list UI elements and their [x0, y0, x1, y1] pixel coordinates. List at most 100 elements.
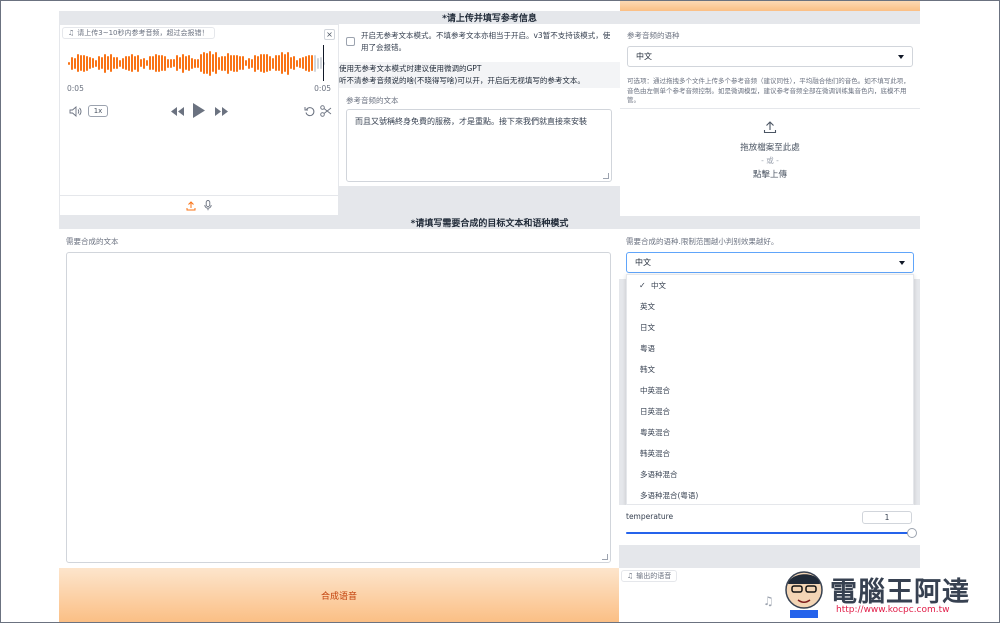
ref-lang-label: 参考音频的语种	[627, 31, 680, 40]
check-icon: ✓	[639, 281, 646, 290]
dropdown-option[interactable]: 中英混合	[627, 380, 913, 401]
waveform-bar	[239, 56, 241, 70]
waveform-bar	[134, 56, 136, 70]
waveform-bar	[206, 52, 208, 74]
dropdown-option-label: 英文	[640, 302, 655, 311]
target-lang-dropdown[interactable]: ✓ 中文英文日文粤语韩文中英混合 日英混合粤英混合韩英混合 多语种混合 多语种混合(粤语…	[626, 274, 914, 505]
waveform-bar	[146, 60, 148, 66]
ref-section-title-text: *请上传并填写参考信息	[442, 14, 537, 24]
waveform-bar	[143, 57, 145, 69]
waveform-bar	[281, 52, 283, 74]
waveform-bar	[83, 54, 85, 72]
target-lang-value: 中文	[635, 258, 651, 267]
dropdown-option-label: 粤英混合	[640, 428, 670, 437]
audio-upload-panel[interactable]: ♫ 请上传3~10秒内参考音频，超过会报错！ × 0:05 0:05 1x	[59, 24, 339, 216]
waveform-bar	[116, 57, 118, 69]
waveform-bar	[140, 59, 142, 67]
resize-handle[interactable]	[603, 173, 609, 179]
ref-lang-panel: 参考音频的语种 中文 可选项：通过拖拽多个文件上传多个参考音频（建议同性），平均…	[620, 24, 920, 108]
ref-lang-value: 中文	[636, 52, 652, 61]
dropdown-option[interactable]: 粤语	[627, 338, 913, 359]
waveform-bar	[119, 59, 121, 67]
waveform-bar	[257, 56, 259, 70]
waveform-bar	[200, 54, 202, 72]
play-icon[interactable]	[191, 102, 207, 119]
waveform-bar	[311, 55, 313, 71]
waveform-bar	[272, 57, 274, 69]
scissors-icon[interactable]	[319, 104, 332, 117]
waveform-bar	[302, 57, 304, 69]
file-drop-zone[interactable]: 拖放檔案至此處 - 或 - 點擊上傳	[620, 108, 920, 216]
upload-arrow-icon	[762, 119, 778, 135]
chevron-down-icon	[898, 54, 904, 59]
dropdown-option[interactable]: 韩英混合	[627, 443, 913, 464]
waveform-bar	[194, 58, 196, 68]
waveform-bar	[218, 56, 220, 70]
waveform-bar	[317, 57, 319, 69]
middle-filler	[339, 186, 620, 216]
watermark-title: 電腦王阿達	[830, 577, 970, 608]
target-lang-select[interactable]: 中文	[626, 252, 914, 273]
dropdown-option[interactable]: 日英混合	[627, 401, 913, 422]
playhead[interactable]	[323, 45, 324, 81]
waveform-bar	[107, 56, 109, 70]
waveform-bar	[155, 54, 157, 72]
file-drop-line1: 拖放檔案至此處	[740, 143, 800, 153]
waveform-bar	[236, 54, 238, 72]
dropdown-option[interactable]: 多语种混合(粤语)	[627, 485, 913, 506]
volume-icon[interactable]	[68, 104, 82, 118]
ref-text-input[interactable]: 而且又號稱終身免費的服務，才是重點。接下來我們就直接來安裝	[346, 109, 612, 182]
target-lang-label: 需要合成的语种.限制范围越小判别效果越好。	[626, 237, 779, 246]
waveform-bar	[176, 55, 178, 71]
waveform-bar	[86, 55, 88, 71]
dropdown-option[interactable]: 多语种混合	[627, 464, 913, 485]
waveform-bar	[137, 54, 139, 72]
waveform-bar	[299, 58, 301, 68]
waveform-bar	[245, 60, 247, 66]
target-text-input[interactable]	[66, 252, 611, 563]
waveform[interactable]	[68, 49, 330, 77]
ref-lang-select[interactable]: 中文	[627, 46, 913, 67]
waveform-bar	[251, 58, 253, 68]
upload-icon[interactable]	[186, 200, 196, 211]
undo-icon[interactable]	[303, 104, 316, 117]
dropdown-option-label: 韩文	[640, 365, 655, 374]
microphone-icon[interactable]	[204, 200, 212, 211]
waveform-bar	[242, 56, 244, 70]
waveform-bar	[254, 54, 256, 72]
synthesize-button-label: 合成语音	[320, 591, 357, 602]
temperature-slider-track[interactable]	[626, 528, 917, 538]
waveform-bar	[71, 56, 73, 70]
no-ref-mode-label[interactable]: 开启无参考文本模式。不填参考文本亦相当于开启。v3暂不支持该模式，使用了会报错。	[361, 30, 613, 54]
file-drop-line2: - 或 -	[761, 156, 779, 165]
waveform-bar	[248, 57, 250, 69]
playback-speed-button[interactable]: 1x	[88, 105, 108, 117]
dropdown-option[interactable]: ✓ 中文	[627, 275, 913, 296]
fast-forward-icon[interactable]	[214, 105, 228, 117]
dropdown-option[interactable]: 日文	[627, 317, 913, 338]
waveform-bar	[263, 53, 265, 73]
synthesize-button[interactable]: 合成语音	[59, 568, 619, 622]
waveform-bar	[287, 51, 289, 75]
temperature-slider-thumb[interactable]	[907, 528, 917, 538]
rewind-icon[interactable]	[170, 105, 184, 117]
dropdown-option[interactable]: 粤英混合	[627, 422, 913, 443]
waveform-bar	[284, 54, 286, 72]
close-icon[interactable]: ×	[324, 29, 335, 40]
dropdown-option-label: 日文	[640, 323, 655, 332]
resize-handle[interactable]	[602, 554, 608, 560]
watermark-url: http://www.kocpc.com.tw	[836, 605, 950, 615]
dropdown-option[interactable]: 英文	[627, 296, 913, 317]
dropdown-option-label: 中文	[651, 281, 666, 290]
playback-speed-text: 1x	[93, 107, 103, 115]
dropdown-option[interactable]: 韩文	[627, 359, 913, 380]
watermark-mascot	[782, 566, 826, 618]
waveform-bar	[164, 55, 166, 71]
waveform-bar	[158, 54, 160, 72]
waveform-bar	[128, 55, 130, 71]
no-ref-mode-checkbox[interactable]	[346, 37, 355, 46]
temperature-input[interactable]: 1	[862, 511, 912, 524]
music-note-icon: ♫	[763, 594, 774, 608]
ref-text-value: 而且又號稱終身免費的服務，才是重點。接下來我們就直接來安裝	[355, 117, 587, 126]
waveform-bar	[92, 58, 94, 68]
